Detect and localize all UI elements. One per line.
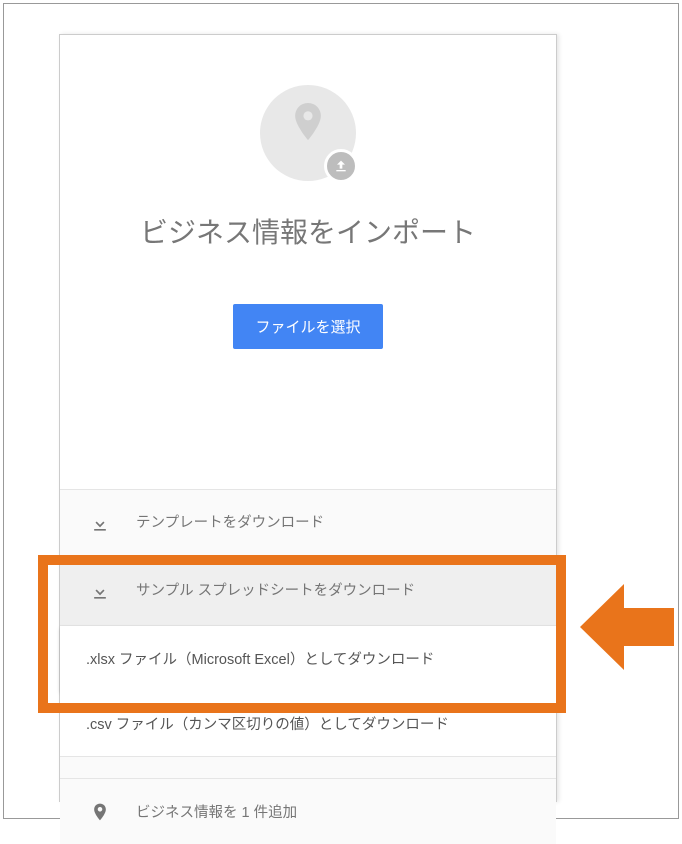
add-one-business-label: ビジネス情報を 1 件追加: [122, 801, 297, 822]
download-template-label: テンプレートをダウンロード: [122, 512, 324, 535]
upper-section: ビジネス情報をインポート ファイルを選択: [60, 35, 556, 490]
pin-icon: [90, 802, 122, 822]
download-sample-row[interactable]: サンプル スプレッドシートをダウンロード: [60, 558, 556, 626]
download-csv-option[interactable]: .csv ファイル（カンマ区切りの値）としてダウンロード: [60, 691, 556, 757]
upload-badge-icon: [324, 149, 358, 183]
spacer: [60, 757, 556, 779]
download-template-row[interactable]: テンプレートをダウンロード: [60, 490, 556, 558]
import-pin-icon: [260, 85, 356, 181]
annotation-arrow-icon: [580, 582, 674, 677]
page-title: ビジネス情報をインポート: [60, 211, 556, 256]
download-xlsx-option[interactable]: .xlsx ファイル（Microsoft Excel）としてダウンロード: [60, 626, 556, 691]
download-icon: [90, 514, 122, 534]
select-file-button[interactable]: ファイルを選択: [233, 304, 382, 349]
add-one-business-row[interactable]: ビジネス情報を 1 件追加: [60, 779, 556, 844]
download-sample-label: サンプル スプレッドシートをダウンロード: [122, 580, 415, 603]
window-frame: ビジネス情報をインポート ファイルを選択 テンプレートをダウンロード サンプル …: [3, 3, 679, 819]
import-card: ビジネス情報をインポート ファイルを選択 テンプレートをダウンロード サンプル …: [59, 34, 557, 802]
download-icon: [90, 582, 122, 602]
